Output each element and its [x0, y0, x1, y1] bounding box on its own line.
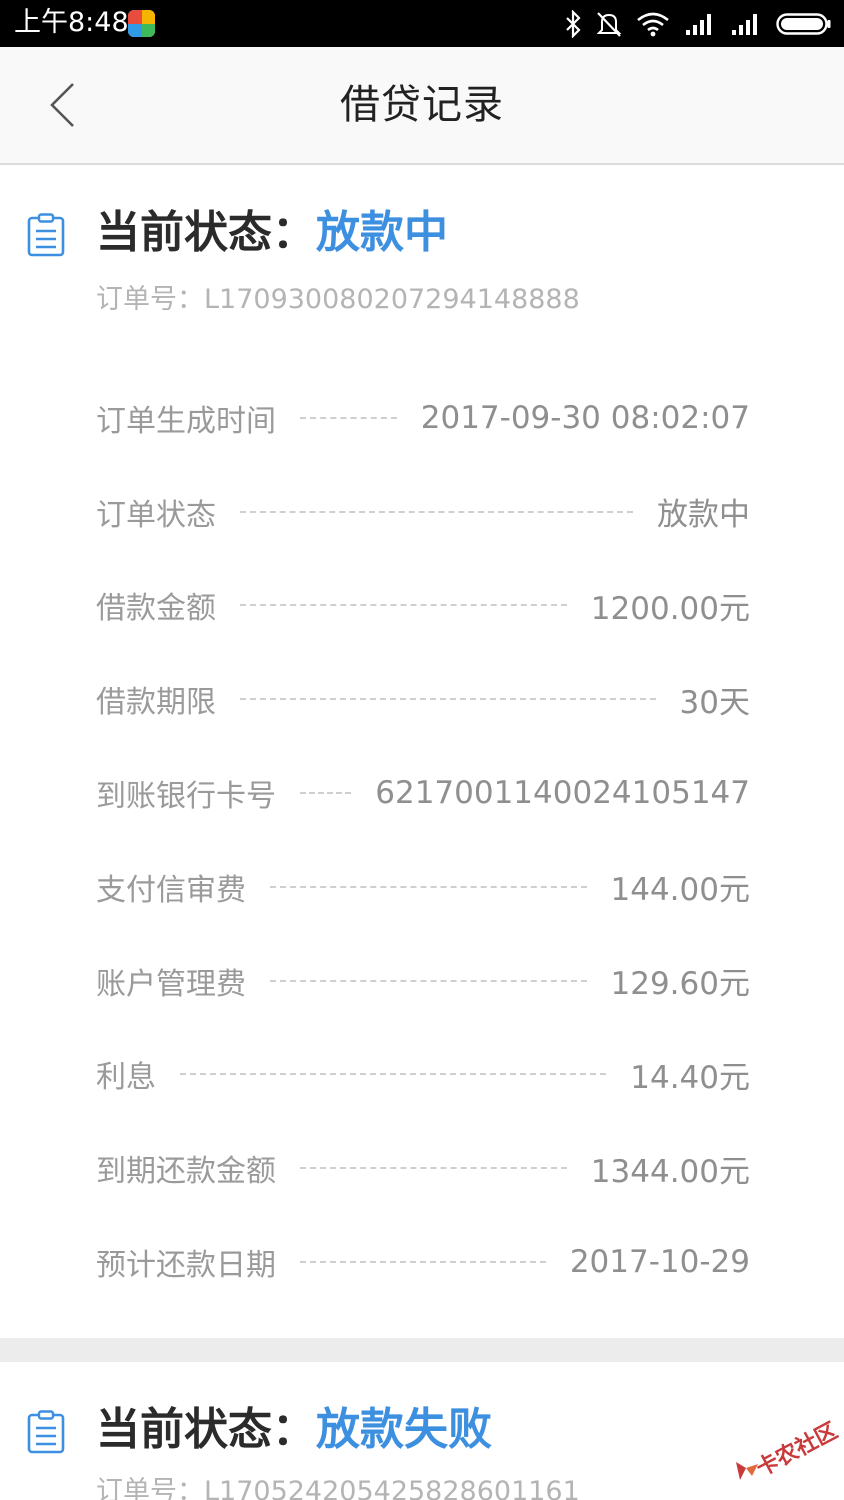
battery-icon	[776, 13, 831, 35]
dashed-leader	[270, 979, 587, 982]
dashed-leader	[180, 1073, 607, 1076]
row-label: 到账银行卡号	[96, 779, 276, 815]
order-number: 订单号：L17093008020729414888​8	[96, 284, 580, 315]
bluetooth-icon	[566, 10, 581, 38]
detail-row-created-time: 订单生成时间 2017-09-30 08:02:07	[96, 371, 750, 465]
row-label: 到期还款金额	[96, 1154, 276, 1190]
signal-icon	[686, 14, 711, 35]
dashed-leader	[300, 416, 397, 419]
status-value: 放款失败	[316, 1404, 492, 1455]
nav-bar: 借贷记录	[0, 47, 844, 165]
row-label: 支付信审费	[96, 872, 246, 908]
dashed-leader	[300, 1261, 546, 1264]
row-label: 预计还款日期	[96, 1248, 276, 1284]
detail-row-interest: 利息 14.40元	[96, 1028, 750, 1122]
status-value: 放款中	[316, 207, 448, 258]
row-label: 账户管理费	[96, 966, 246, 1002]
detail-row-order-status: 订单状态 放款中	[96, 465, 750, 559]
clipboard-icon	[27, 213, 65, 257]
row-label: 借款期限	[96, 685, 216, 721]
row-value: 129.60元	[610, 966, 750, 1003]
bell-muted-icon	[596, 12, 622, 37]
status-time: 上午8:48	[14, 7, 129, 38]
detail-row-repay-date: 预计还款日期 2017-10-29	[96, 1215, 750, 1309]
row-value: 2017-09-30 08:02:07	[420, 399, 750, 436]
status-icons	[564, 9, 832, 39]
status-label: 当前状态：	[96, 1404, 316, 1455]
row-label: 利息	[96, 1060, 156, 1096]
page-title: 借贷记录	[340, 82, 504, 128]
section-divider	[0, 1338, 844, 1362]
row-value: 1200.00元	[590, 590, 750, 627]
record-status: 当前状态：放款失败	[96, 1400, 492, 1460]
detail-row-review-fee: 支付信审费 144.00元	[96, 840, 750, 934]
row-value: 1344.00元	[590, 1153, 750, 1190]
detail-row-account-fee: 账户管理费 129.60元	[96, 934, 750, 1028]
watermark-logo: 卡农社区	[736, 1408, 842, 1488]
loan-record-card: 当前状态：放款失败 订单号：L1705242054258286011​61	[0, 1362, 844, 1500]
detail-row-repay-amount: 到期还款金额 1344.00元	[96, 1121, 750, 1215]
detail-list: 订单生成时间 2017-09-30 08:02:07 订单状态 放款中 借款金额…	[96, 371, 750, 1309]
detail-row-bank-card: 到账银行卡号 6217001140024105147	[96, 746, 750, 840]
row-value: 14.40元	[630, 1059, 750, 1096]
wifi-icon	[637, 12, 669, 37]
dashed-leader	[270, 885, 587, 888]
status-bar: 上午8:48	[0, 0, 844, 47]
dashed-leader	[300, 792, 352, 795]
dashed-leader	[240, 510, 633, 513]
dashed-leader	[240, 604, 567, 607]
clipboard-icon	[27, 1410, 65, 1454]
status-label: 当前状态：	[96, 207, 316, 258]
row-value: 6217001140024105147	[375, 775, 750, 812]
row-value: 2017-10-29	[569, 1244, 750, 1281]
watermark-text: 卡农社区	[752, 1418, 842, 1482]
row-value: 放款中	[657, 497, 750, 534]
row-value: 144.00元	[610, 872, 750, 909]
row-label: 订单状态	[96, 497, 216, 533]
dashed-leader	[300, 1167, 567, 1170]
order-number: 订单号：L1705242054258286011​61	[96, 1476, 580, 1500]
detail-row-loan-amount: 借款金额 1200.00元	[96, 559, 750, 653]
dashed-leader	[240, 698, 656, 701]
loan-record-card: 当前状态：放款中 订单号：L17093008020729414888​8 订单生…	[0, 165, 844, 1338]
app-notification-icon	[128, 10, 155, 37]
detail-row-loan-term: 借款期限 30天	[96, 652, 750, 746]
signal-icon	[732, 14, 757, 35]
row-label: 订单生成时间	[96, 403, 276, 439]
record-status: 当前状态：放款中	[96, 203, 448, 263]
row-value: 30天	[679, 684, 750, 721]
row-label: 借款金额	[96, 591, 216, 627]
